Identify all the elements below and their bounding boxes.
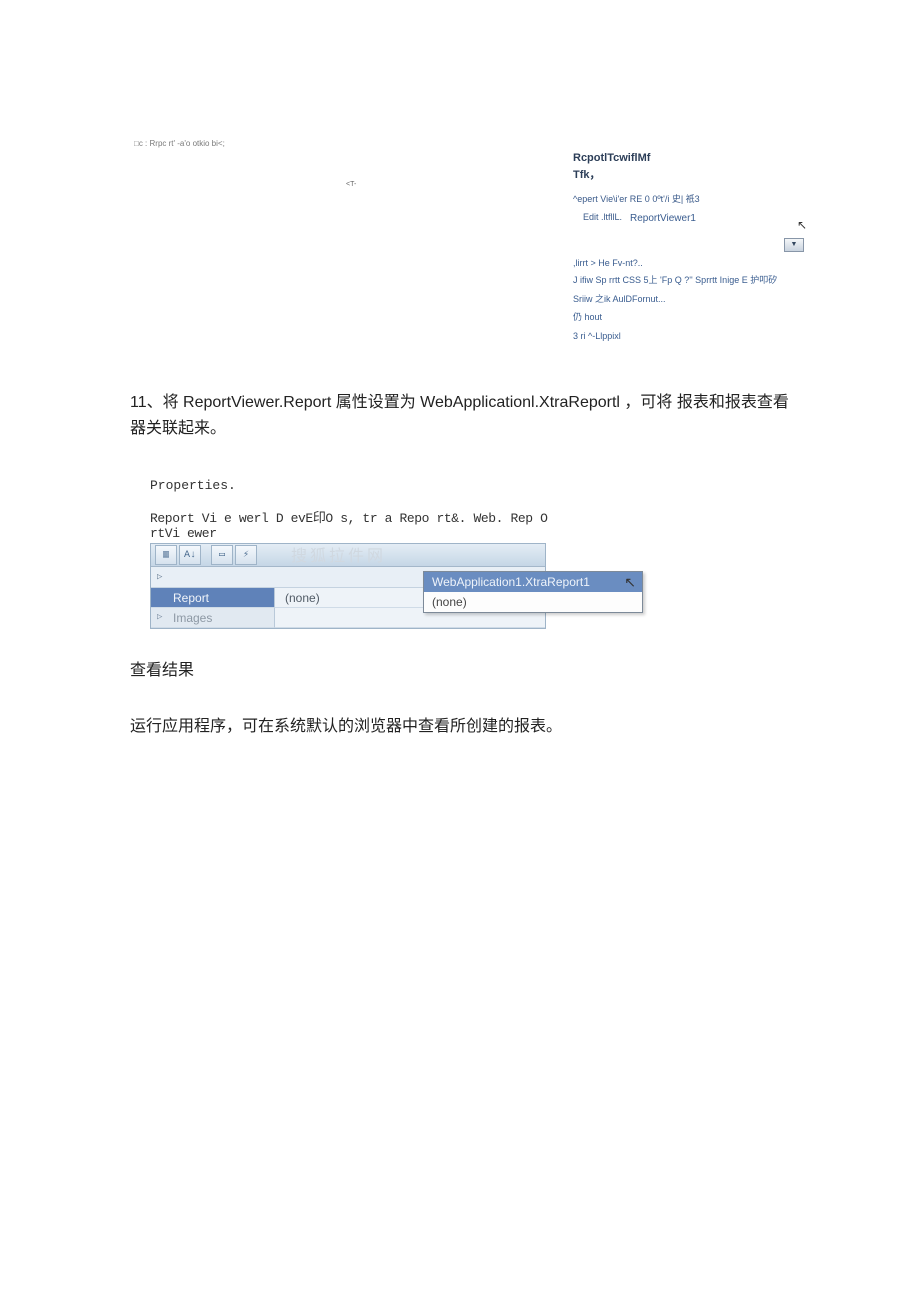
figure-top-left: □c : Rrpc rt' -a'o otkio bi<; <T- <box>130 135 560 195</box>
properties-toolbar: ▥ A↓ ▭ ⚡ 搜狐拉件网 <box>151 544 545 567</box>
smarttag-link-4[interactable]: 3 ri ^-Llppixl <box>573 330 799 344</box>
properties-figure: Properties. Report Vi e werl D evE印O s, … <box>150 478 550 629</box>
dropdown-button[interactable]: ▼ <box>784 238 804 252</box>
smarttag-title-1: RcpotlTcwiflMf <box>573 150 799 167</box>
property-dropdown-popup: WebApplication1.XtraReport1 ↖ (none) <box>423 571 643 613</box>
toolbar-categorized-button[interactable]: ▥ <box>155 545 177 565</box>
cursor-icon-2: ↖ <box>624 574 636 591</box>
cursor-icon: ↖ <box>797 216 807 234</box>
smarttag-select-row: ^epert Vie\i'er RE 0 0ºt'/i 史| 祇3 ▼ <box>573 193 799 207</box>
result-heading: 查看结果 <box>130 656 790 680</box>
toolbar-lightning-button[interactable]: ⚡ <box>235 545 257 565</box>
dropdown-option-selected[interactable]: WebApplication1.XtraReport1 ↖ <box>424 572 642 592</box>
page: □c : Rrpc rt' -a'o otkio bi<; <T- Rcpotl… <box>0 0 920 1303</box>
dropdown-option-2-text: (none) <box>432 595 467 609</box>
toolbar-page-button[interactable]: ▭ <box>211 545 233 565</box>
smarttag-title-2: Tfk， <box>573 167 799 184</box>
paragraph-11-text: 11、将 ReportViewer.Report 属性设置为 WebApplic… <box>130 394 789 437</box>
expander-icon: ▷ <box>157 572 162 582</box>
properties-title: Properties. <box>150 478 550 493</box>
smart-tag-panel: RcpotlTcwiflMf Tfk， ^epert Vie\i'er RE 0… <box>573 150 799 343</box>
smarttag-link-1[interactable]: ,lirrt > He Fv-nt?.. <box>573 257 799 271</box>
smarttag-link-3[interactable]: 仍 hout <box>573 311 799 325</box>
figure-text-2: <T- <box>346 181 356 188</box>
row-expander-icon-2: ▷ <box>157 612 162 622</box>
smarttag-checkbox-1[interactable]: J ifiw Sp rrtt CSS 5上 'Fp Q ?'' Sprrtt I… <box>573 274 799 288</box>
smarttag-select-value[interactable]: ReportViewer1 <box>630 211 799 226</box>
smarttag-select-label: ^epert Vie\i'er RE 0 0ºt'/i 史| 祇3 <box>573 193 700 207</box>
result-paragraph-text: 运行应用程序，可在系统默认的浏览器中查看所创建的报表。 <box>130 718 562 735</box>
figure-text-1: □c : Rrpc rt' -a'o otkio bi<; <box>134 139 225 148</box>
properties-subtitle: Report Vi e werl D evE印O s, tr a Repo rt… <box>150 507 550 541</box>
paragraph-11: 11、将 ReportViewer.Report 属性设置为 WebApplic… <box>130 390 790 441</box>
toolbar-sort-button[interactable]: A↓ <box>179 545 201 565</box>
smarttag-link-2[interactable]: Sriiw 之ik AulDFornut... <box>573 293 799 307</box>
property-key-images: Images <box>151 608 275 628</box>
property-key-report: Report <box>151 588 275 608</box>
dropdown-option-2[interactable]: (none) <box>424 592 642 612</box>
watermark-text: 搜狐拉件网 <box>291 542 386 566</box>
smarttag-edit-link[interactable]: Edit .ltfllL. <box>573 211 622 225</box>
property-val-report-text: (none) <box>285 591 320 605</box>
dropdown-option-1-text: WebApplication1.XtraReport1 <box>432 575 590 589</box>
result-heading-text: 查看结果 <box>130 662 194 679</box>
result-paragraph: 运行应用程序，可在系统默认的浏览器中查看所创建的报表。 <box>130 712 790 736</box>
